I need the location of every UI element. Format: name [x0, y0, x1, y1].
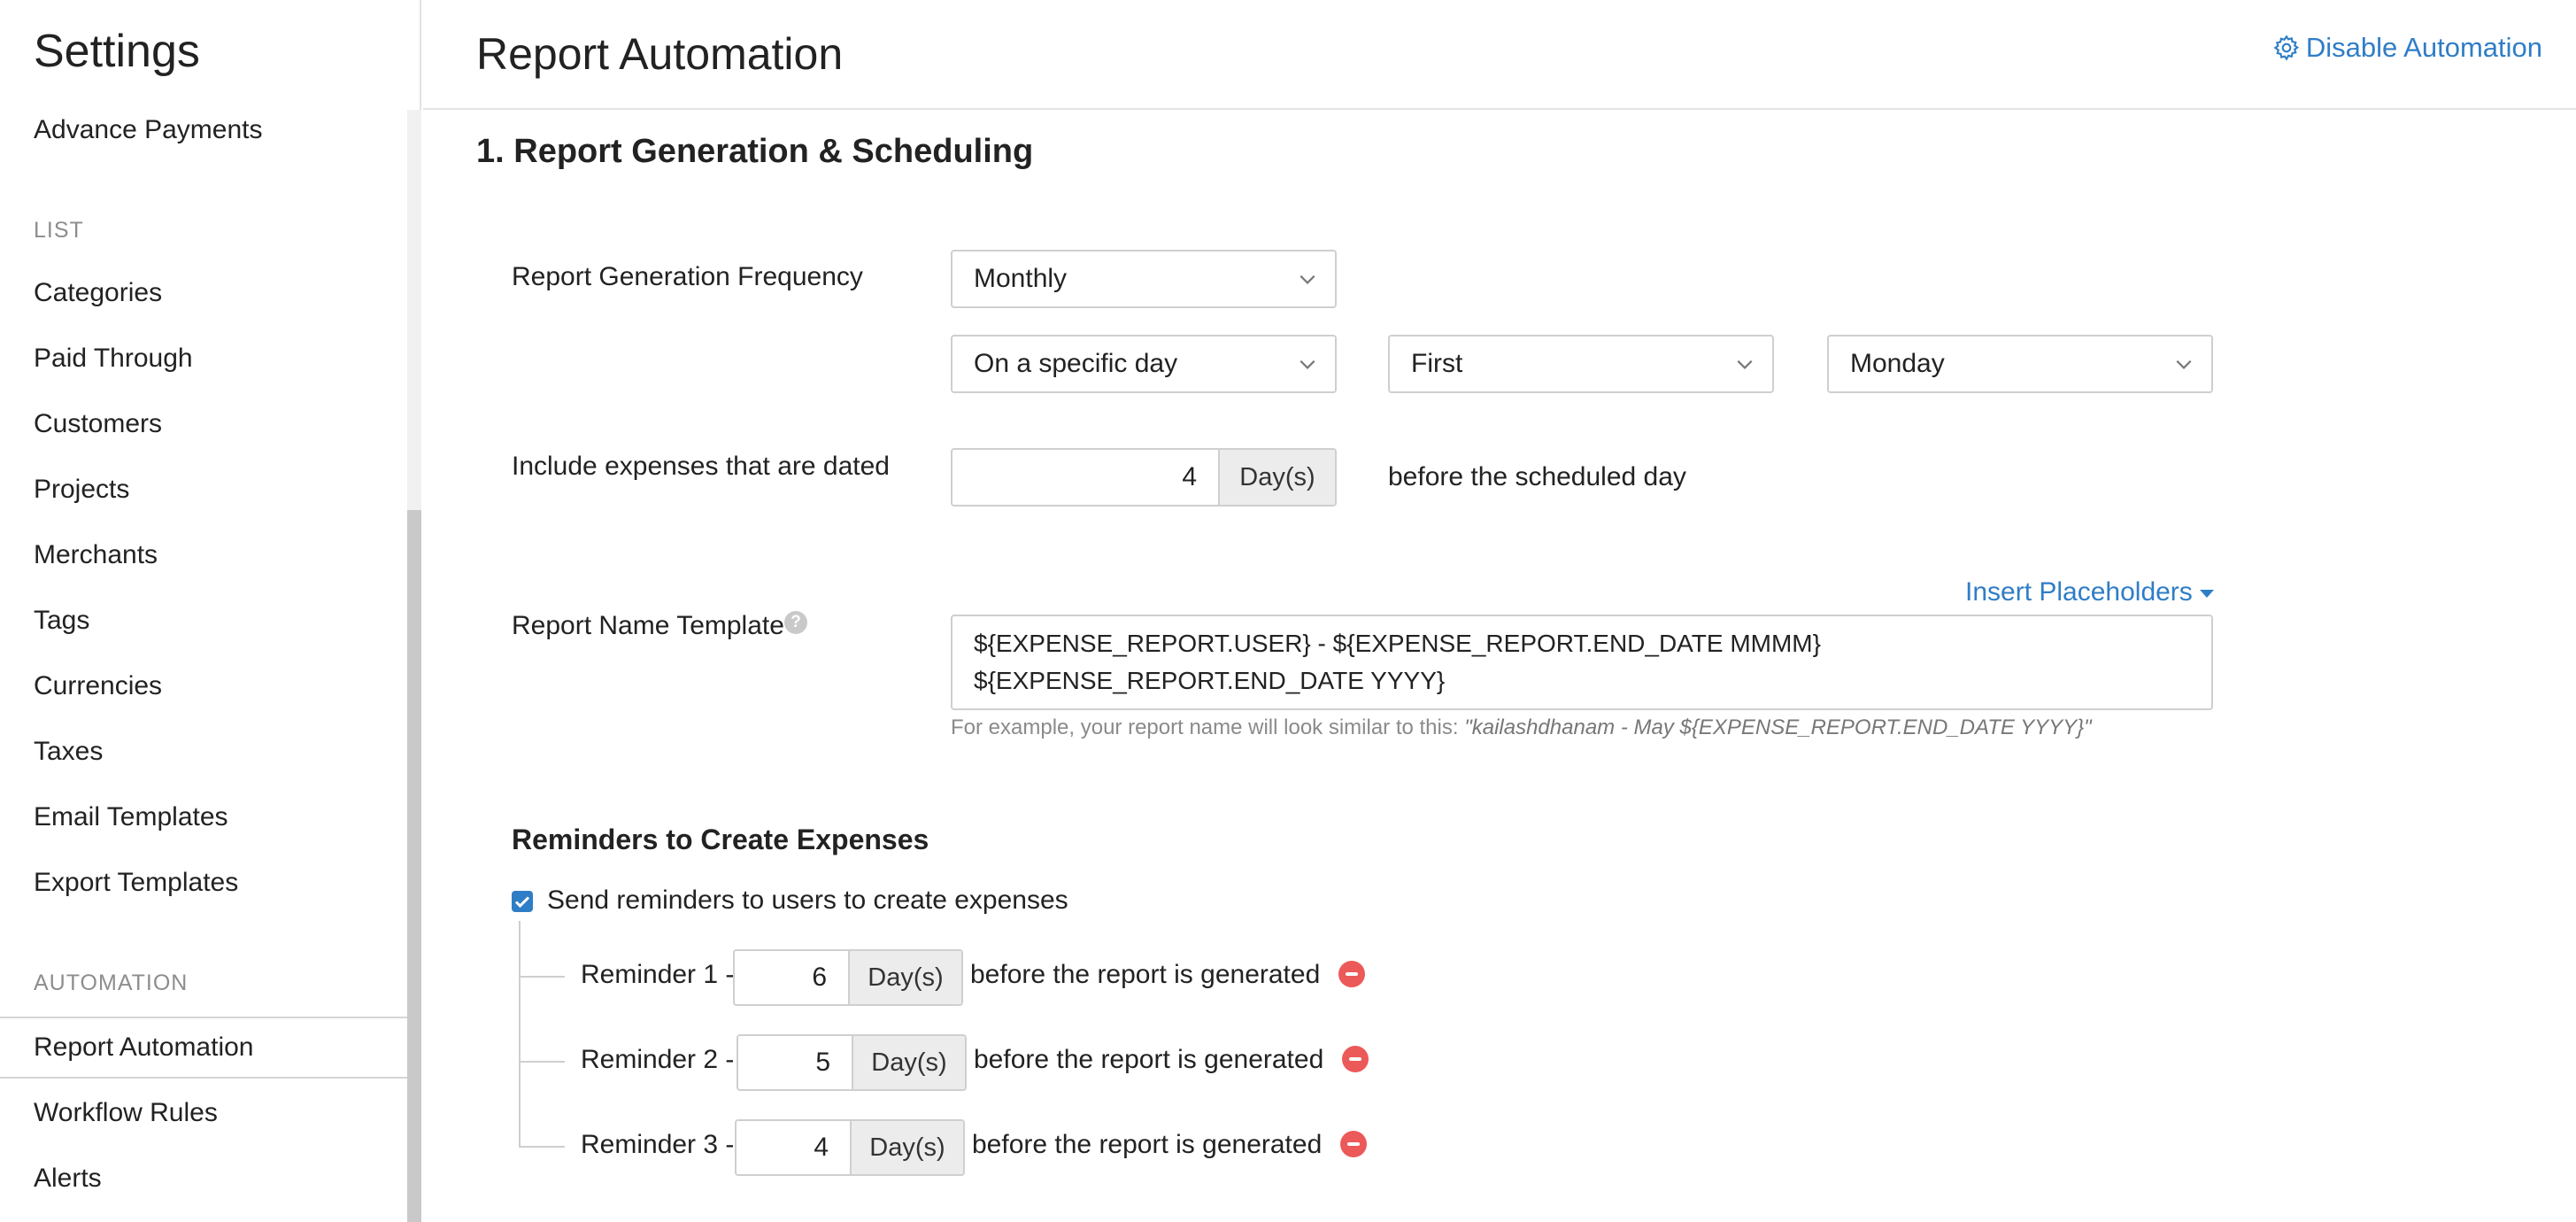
sidebar-item-paid-through[interactable]: Paid Through: [34, 344, 193, 374]
checkmark-icon: [514, 896, 530, 909]
include-days-group: Day(s): [951, 448, 1337, 507]
example-prefix: For example, your report name will look …: [951, 715, 1459, 739]
template-line-2: ${EXPENSE_REPORT.END_DATE YYYY}: [974, 667, 1446, 694]
days-unit-addon: Day(s): [850, 1121, 963, 1174]
chevron-down-icon: [1737, 360, 1753, 369]
remove-reminder-1-icon[interactable]: [1338, 961, 1365, 987]
weekday-select[interactable]: Monday: [1827, 335, 2213, 393]
day-mode-select[interactable]: On a specific day: [951, 335, 1337, 393]
sidebar-item-email-templates[interactable]: Email Templates: [34, 802, 228, 832]
sidebar-item-customers[interactable]: Customers: [34, 409, 162, 439]
day-mode-select-value: On a specific day: [974, 349, 1178, 378]
include-days-input[interactable]: [953, 450, 1218, 505]
send-reminders-label: Send reminders to users to create expens…: [547, 886, 1068, 915]
settings-sidebar: Settings Advance Payments LIST Categorie…: [0, 0, 421, 1222]
reminder-1-days-group: Day(s): [733, 949, 963, 1006]
report-name-template-input[interactable]: ${EXPENSE_REPORT.USER} - ${EXPENSE_REPOR…: [951, 615, 2213, 710]
sidebar-item-export-templates[interactable]: Export Templates: [34, 868, 238, 898]
days-unit-addon: Day(s): [848, 951, 961, 1004]
remove-reminder-2-icon[interactable]: [1342, 1046, 1369, 1072]
reminder-tree-branch: [521, 1146, 565, 1148]
frequency-label: Report Generation Frequency: [512, 262, 863, 291]
template-line-1: ${EXPENSE_REPORT.USER} - ${EXPENSE_REPOR…: [974, 630, 1821, 657]
help-circle-icon[interactable]: ?: [784, 611, 807, 634]
section-title: 1. Report Generation & Scheduling: [476, 133, 1034, 170]
sidebar-item-currencies[interactable]: Currencies: [34, 671, 162, 701]
chevron-down-icon: [2176, 360, 2192, 369]
ordinal-select[interactable]: First: [1388, 335, 1774, 393]
sidebar-item-report-automation[interactable]: Report Automation: [34, 1033, 253, 1063]
page-header: Report Automation Disable Automation: [423, 0, 2576, 110]
sidebar-item-projects[interactable]: Projects: [34, 475, 129, 505]
sidebar-item-categories[interactable]: Categories: [34, 278, 162, 308]
reminder-tree-branch: [521, 976, 565, 978]
sidebar-scrollbar-thumb[interactable]: [407, 510, 421, 1222]
insert-placeholders-label: Insert Placeholders: [1965, 577, 2193, 607]
main-content: Report Automation Disable Automation 1. …: [423, 0, 2576, 1222]
disable-automation-label: Disable Automation: [2305, 32, 2542, 63]
reminder-2-days-group: Day(s): [737, 1034, 967, 1091]
sidebar-item-taxes[interactable]: Taxes: [34, 737, 103, 767]
report-name-template-label: Report Name Template: [512, 611, 784, 640]
chevron-down-icon: [1300, 275, 1315, 284]
send-reminders-checkbox[interactable]: [512, 891, 533, 912]
sidebar-heading-automation: AUTOMATION: [34, 971, 189, 995]
reminder-3-suffix: before the report is generated: [972, 1130, 1323, 1159]
reminder-3-label: Reminder 3 -: [581, 1130, 735, 1159]
template-example-hint: For example, your report name will look …: [951, 715, 2092, 740]
reminder-3-days-group: Day(s): [735, 1119, 965, 1176]
page-title: Report Automation: [476, 29, 844, 79]
weekday-select-value: Monday: [1850, 349, 1945, 378]
sidebar-heading-list: LIST: [34, 218, 84, 243]
disable-automation-link[interactable]: Disable Automation: [2272, 32, 2542, 64]
days-unit-addon: Day(s): [852, 1036, 965, 1089]
sidebar-title: Settings: [34, 26, 200, 77]
reminder-3-days-input[interactable]: [737, 1121, 850, 1174]
include-suffix-text: before the scheduled day: [1388, 462, 1686, 491]
sidebar-item-advance-payments[interactable]: Advance Payments: [34, 115, 262, 145]
gear-icon: [2273, 35, 2300, 61]
reminder-tree-branch: [521, 1061, 565, 1063]
frequency-select[interactable]: Monthly: [951, 250, 1337, 308]
remove-reminder-3-icon[interactable]: [1340, 1131, 1367, 1157]
sidebar-item-tags[interactable]: Tags: [34, 606, 89, 636]
caret-down-icon: [2199, 589, 2214, 598]
reminder-2-suffix: before the report is generated: [974, 1045, 1324, 1074]
include-expenses-label: Include expenses that are dated: [512, 452, 890, 481]
reminder-1-label: Reminder 1 -: [581, 960, 735, 989]
reminder-1-days-input[interactable]: [735, 951, 848, 1004]
reminder-2-days-input[interactable]: [738, 1036, 852, 1089]
sidebar-item-alerts[interactable]: Alerts: [34, 1164, 102, 1194]
frequency-select-value: Monthly: [974, 264, 1068, 293]
reminder-tree-line: [519, 921, 521, 1148]
reminder-1-suffix: before the report is generated: [970, 960, 1321, 989]
insert-placeholders-dropdown[interactable]: Insert Placeholders: [1965, 577, 2214, 607]
sidebar-item-merchants[interactable]: Merchants: [34, 540, 158, 570]
reminders-title: Reminders to Create Expenses: [512, 824, 929, 855]
chevron-down-icon: [1300, 360, 1315, 369]
days-unit-addon: Day(s): [1218, 450, 1335, 505]
ordinal-select-value: First: [1411, 349, 1463, 378]
sidebar-item-workflow-rules[interactable]: Workflow Rules: [34, 1098, 218, 1128]
reminder-2-label: Reminder 2 -: [581, 1045, 735, 1074]
example-value: "kailashdhanam - May ${EXPENSE_REPORT.EN…: [1464, 715, 2092, 739]
